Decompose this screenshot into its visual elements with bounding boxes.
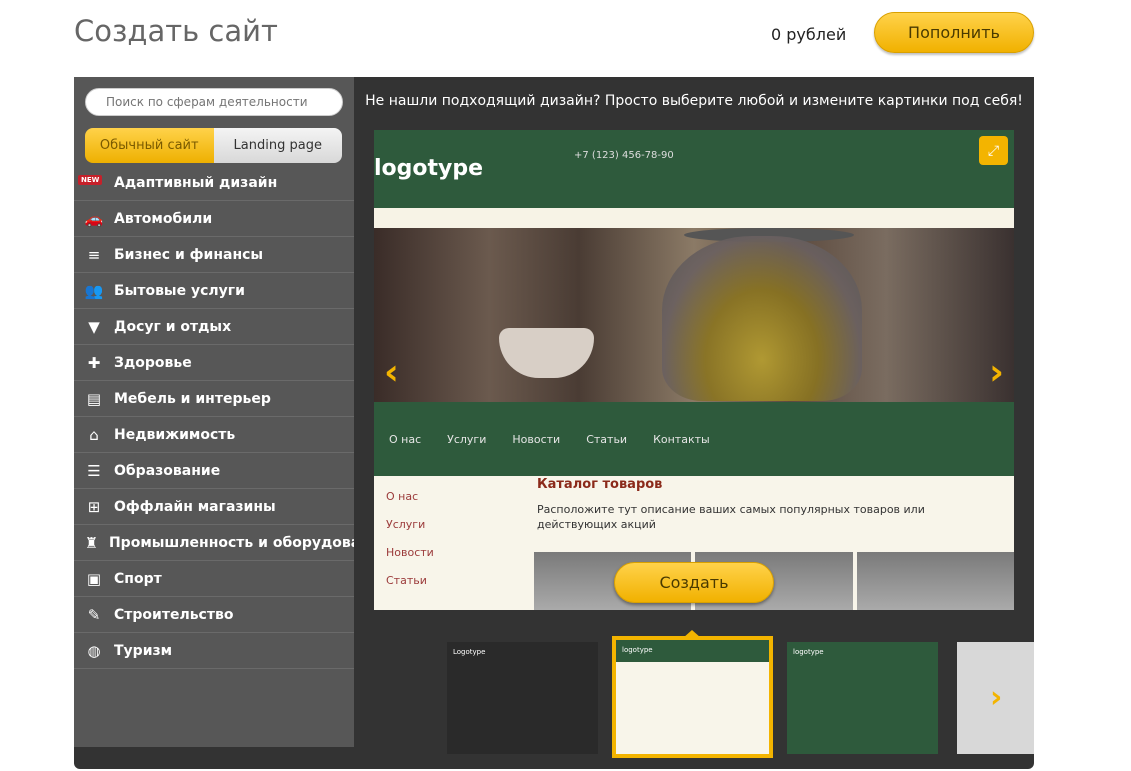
thumbnails-next-icon[interactable]: › xyxy=(990,680,1002,715)
category-label: Строительство xyxy=(114,606,234,623)
teapot-image xyxy=(662,236,862,401)
category-item-industry[interactable]: ♜ Промышленность и оборудование xyxy=(74,525,354,561)
cup-image xyxy=(499,328,594,378)
category-item-shops[interactable]: ⊞ Оффлайн магазины xyxy=(74,489,354,525)
preview-side-menu: О нас Услуги Новости Статьи xyxy=(386,490,434,602)
car-icon: 🚗 xyxy=(84,209,104,228)
category-item-health[interactable]: ✚ Здоровье xyxy=(74,345,354,381)
furniture-icon: ▤ xyxy=(86,389,102,408)
thumbnail-logo: logotype xyxy=(616,640,769,662)
preview-nav-item: Новости xyxy=(512,432,561,446)
preview-side-link: Новости xyxy=(386,546,434,559)
category-item-realty[interactable]: ⌂ Недвижимость xyxy=(74,417,354,453)
category-item-adaptive[interactable]: NEW Адаптивный дизайн xyxy=(74,165,354,201)
category-label: Промышленность и оборудование xyxy=(108,534,354,551)
sport-icon: ▣ xyxy=(86,569,102,588)
house-icon: ⌂ xyxy=(89,425,99,444)
preview-side-link: Статьи xyxy=(386,574,427,587)
category-label: Мебель и интерьер xyxy=(114,390,271,407)
category-label: Адаптивный дизайн xyxy=(114,174,278,191)
coins-icon: ≡ xyxy=(87,245,101,264)
category-menu: NEW Адаптивный дизайн 🚗 Автомобили ≡ Биз… xyxy=(74,165,354,669)
design-thumbnail-selected[interactable]: logotype xyxy=(612,636,773,758)
tab-landing-page[interactable]: Landing page xyxy=(213,128,342,163)
thumbnail-logo: logotype xyxy=(793,648,824,656)
slide-prev-icon[interactable]: ‹ xyxy=(384,352,399,393)
category-item-education[interactable]: ☰ Образование xyxy=(74,453,354,489)
people-icon: 👥 xyxy=(84,281,104,300)
category-label: Спорт xyxy=(114,570,162,587)
cross-icon: ✚ xyxy=(87,353,101,372)
design-preview: logotype +7 (123) 456-78-90 ⤢ ‹ › О нас … xyxy=(374,130,1014,610)
hint-text: Не нашли подходящий дизайн? Просто выбер… xyxy=(365,93,1023,109)
category-item-business[interactable]: ≡ Бизнес и финансы xyxy=(74,237,354,273)
design-thumbnail[interactable]: logotype xyxy=(787,642,938,754)
category-label: Автомобили xyxy=(114,210,213,227)
balance-text: 0 рублей xyxy=(771,25,847,44)
create-button[interactable]: Создать xyxy=(614,562,774,603)
preview-nav: О нас Услуги Новости Статьи Контакты xyxy=(374,402,1014,476)
page-title: Создать сайт xyxy=(74,14,278,48)
preview-nav-item: Статьи xyxy=(586,432,628,446)
preview-nav-item: Контакты xyxy=(653,432,710,446)
category-item-services[interactable]: 👥 Бытовые услуги xyxy=(74,273,354,309)
category-label: Досуг и отдых xyxy=(114,318,232,335)
preview-side-link: Услуги xyxy=(386,518,426,531)
preview-nav-item: Услуги xyxy=(447,432,487,446)
tab-regular-site[interactable]: Обычный сайт xyxy=(85,128,214,163)
thumbnail-logo: Logotype xyxy=(453,648,486,656)
preview-logo: logotype xyxy=(374,156,484,181)
shop-icon: ⊞ xyxy=(87,497,101,516)
category-item-leisure[interactable]: ▼ Досуг и отдых xyxy=(74,309,354,345)
design-thumbnail[interactable]: Logotype xyxy=(447,642,598,754)
preview-catalog-title: Каталог товаров xyxy=(537,477,663,492)
ice-cream-icon: ▼ xyxy=(88,317,100,336)
books-icon: ☰ xyxy=(87,461,101,480)
fullscreen-icon[interactable]: ⤢ xyxy=(979,136,1008,165)
category-label: Бизнес и финансы xyxy=(114,246,264,263)
preview-side-link: О нас xyxy=(386,490,419,503)
preview-catalog-text: Расположите тут описание ваших самых поп… xyxy=(537,503,925,531)
preview-header: logotype +7 (123) 456-78-90 ⤢ xyxy=(374,130,1014,208)
topup-button[interactable]: Пополнить xyxy=(874,12,1034,53)
category-label: Бытовые услуги xyxy=(114,282,245,299)
category-label: Оффлайн магазины xyxy=(114,498,276,515)
site-type-tabs: Обычный сайт Landing page xyxy=(85,128,342,163)
category-item-construction[interactable]: ✎ Строительство xyxy=(74,597,354,633)
search-input[interactable] xyxy=(85,88,343,116)
slide-next-icon[interactable]: › xyxy=(989,352,1004,393)
category-label: Туризм xyxy=(114,642,173,659)
industry-icon: ♜ xyxy=(84,533,99,552)
preview-slide-image xyxy=(374,228,1014,402)
category-item-tourism[interactable]: ◍ Туризм xyxy=(74,633,354,669)
new-badge-icon: NEW xyxy=(78,175,103,185)
category-label: Образование xyxy=(114,462,221,479)
globe-icon: ◍ xyxy=(87,641,101,660)
category-item-sport[interactable]: ▣ Спорт xyxy=(74,561,354,597)
category-item-furniture[interactable]: ▤ Мебель и интерьер xyxy=(74,381,354,417)
preview-product-images xyxy=(534,552,1014,610)
brush-icon: ✎ xyxy=(87,605,101,624)
category-label: Здоровье xyxy=(114,354,192,371)
preview-phone: +7 (123) 456-78-90 xyxy=(574,150,674,161)
preview-nav-item: О нас xyxy=(389,432,422,446)
category-label: Недвижимость xyxy=(114,426,236,443)
category-item-auto[interactable]: 🚗 Автомобили xyxy=(74,201,354,237)
